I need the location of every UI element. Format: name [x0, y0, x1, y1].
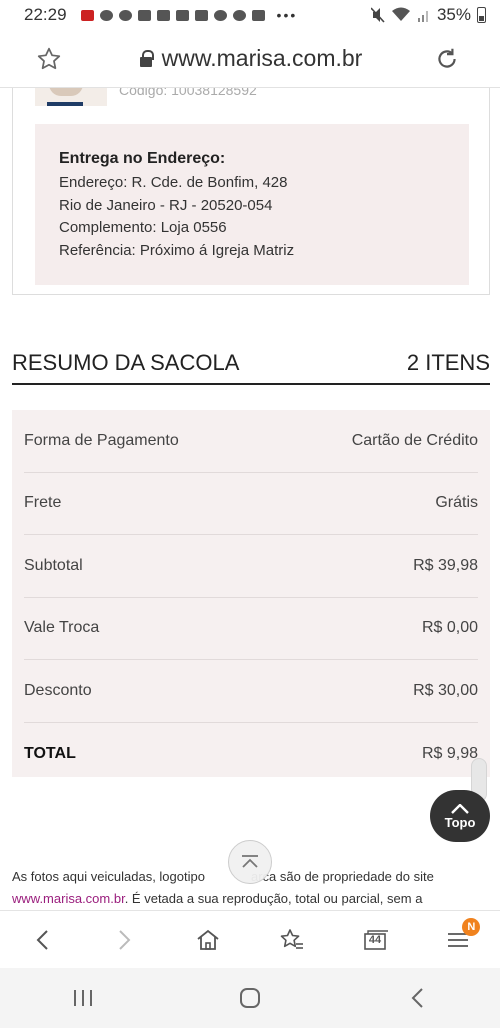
chevron-left-icon	[36, 929, 48, 950]
summary-row-payment: Forma de Pagamento Cartão de Crédito	[24, 410, 478, 473]
summary-row-total: TOTAL R$ 9,98	[24, 723, 478, 786]
footer-text-continued: . É vetada a sua reprodução, total ou pa…	[124, 891, 423, 906]
system-back-button[interactable]	[397, 978, 437, 1018]
reference-line: Referência: Próximo á Igreja Matriz	[59, 241, 295, 259]
summary-label: Vale Troca	[24, 619, 100, 637]
address-line: Endereço: R. Cde. de Bonfim, 428	[59, 174, 288, 191]
home-button[interactable]	[188, 920, 228, 960]
total-value: R$ 9,98	[421, 744, 478, 762]
more-notifications-icon: •••	[276, 7, 298, 23]
chevron-up-icon	[451, 802, 469, 815]
complement-line: Complemento: Loja 0556	[59, 219, 227, 236]
browser-toolbar: 44 N	[0, 910, 500, 968]
summary-value: R$ 0,00	[421, 619, 478, 637]
summary-value: Grátis	[435, 494, 478, 512]
tabs-count: 44	[368, 933, 382, 946]
status-time: 22:29	[24, 5, 67, 24]
scroll-up-icon	[242, 855, 258, 868]
summary-label: Subtotal	[24, 556, 83, 574]
tabs-button[interactable]: 44	[355, 920, 395, 960]
mute-icon	[370, 7, 385, 23]
weather-icon	[99, 9, 113, 21]
footer-text-start: As fotos aqui veiculadas, logotipo	[12, 869, 205, 884]
home-system-button[interactable]	[230, 978, 270, 1018]
summary-row-exchange-voucher: Vale Troca R$ 0,00	[24, 598, 478, 660]
status-bar: 22:29 ••• 35%	[0, 0, 500, 30]
youtube-icon	[175, 9, 189, 21]
city-line: Rio de Janeiro - RJ - 20520-054	[59, 196, 273, 214]
url-text: www.marisa.com.br	[161, 45, 363, 71]
system-navigation-bar	[0, 968, 500, 1028]
summary-value: R$ 30,00	[413, 681, 478, 699]
delivery-address-box: Entrega no Endereço: Endereço: R. Cde. d…	[35, 124, 469, 285]
footer-text-end: arca são de propriedade do site	[250, 869, 434, 884]
product-code: Código: 10038128592	[119, 88, 257, 98]
footer-site-link[interactable]: www.marisa.com.br	[12, 891, 125, 906]
delivery-title: Entrega no Endereço:	[59, 150, 226, 167]
summary-row-shipping: Frete Grátis	[24, 473, 478, 535]
bag-summary-header: RESUMO DA SACOLA 2 ITENS	[12, 343, 490, 385]
battery-icon	[477, 7, 486, 23]
item-count: 2 ITENS	[406, 350, 490, 375]
app-icon	[232, 9, 246, 21]
summary-label: Desconto	[24, 681, 92, 699]
page-content: Código: 10038128592 Entrega no Endereço:…	[0, 88, 500, 910]
cloud-icon	[118, 9, 132, 21]
new-badge: N	[462, 917, 481, 936]
summary-value: R$ 39,98	[413, 556, 478, 574]
bag-summary-table: Forma de Pagamento Cartão de Crédito Fre…	[12, 410, 490, 777]
signal-icon	[417, 11, 428, 22]
scroll-to-top-float-button[interactable]	[228, 840, 272, 884]
url-field[interactable]: www.marisa.com.br	[72, 45, 430, 72]
battery-percent: 35%	[436, 5, 471, 24]
back-to-top-label: Topo	[444, 814, 476, 830]
summary-label: Forma de Pagamento	[24, 431, 179, 449]
wifi-icon	[391, 7, 410, 21]
recent-apps-icon	[74, 990, 93, 1006]
chevron-right-icon	[119, 929, 131, 950]
app-icon	[213, 9, 227, 21]
home-circle-icon	[239, 988, 260, 1008]
reload-icon[interactable]	[430, 42, 464, 76]
order-item-card: Código: 10038128592 Entrega no Endereço:…	[12, 88, 490, 295]
menu-button[interactable]: N	[438, 917, 481, 960]
total-label: TOTAL	[24, 744, 76, 762]
product-thumbnail[interactable]	[35, 88, 107, 106]
back-button[interactable]	[22, 920, 62, 960]
summary-label: Frete	[24, 494, 62, 512]
summary-title: RESUMO DA SACOLA	[12, 350, 240, 375]
youtube-icon	[194, 9, 208, 21]
back-to-top-button[interactable]: Topo	[430, 790, 490, 842]
youtube-icon	[156, 9, 170, 21]
lock-icon	[139, 49, 154, 67]
back-arrow-icon	[411, 988, 423, 1008]
recent-apps-button[interactable]	[63, 978, 103, 1018]
summary-row-subtotal: Subtotal R$ 39,98	[24, 535, 478, 598]
summary-value: Cartão de Crédito	[351, 431, 478, 449]
youtube-icon	[137, 9, 151, 21]
bookmarks-button[interactable]	[272, 920, 312, 960]
browser-address-bar: www.marisa.com.br	[0, 30, 500, 88]
home-icon	[197, 929, 219, 950]
summary-row-discount: Desconto R$ 30,00	[24, 660, 478, 723]
app-icon	[251, 9, 265, 21]
app-notification-icon	[80, 9, 94, 21]
forward-button[interactable]	[105, 920, 145, 960]
bookmarks-star-icon	[280, 928, 303, 949]
bookmark-star-icon[interactable]	[36, 46, 62, 72]
screen: 22:29 ••• 35% www.marisa.com.br Código: …	[0, 0, 500, 1028]
